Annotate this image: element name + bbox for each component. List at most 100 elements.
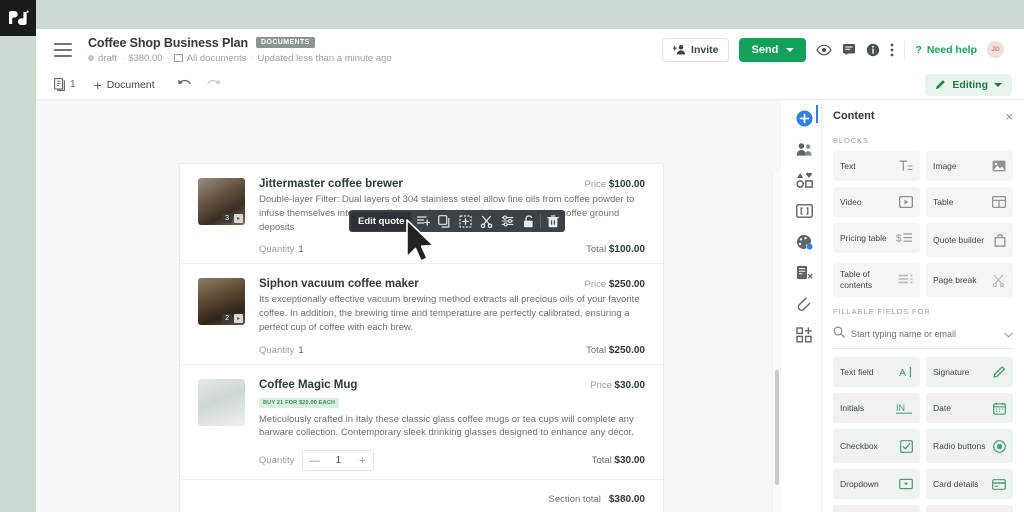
eye-icon[interactable] (816, 44, 833, 56)
attachments-icon[interactable] (795, 294, 815, 314)
undo-icon[interactable] (177, 76, 192, 94)
item-name[interactable]: Siphon vacuum coffee maker (259, 278, 419, 290)
field-card-details[interactable]: Card details (926, 469, 1013, 499)
product-thumbnail[interactable]: 3 ▸ (198, 178, 245, 225)
block-quote-builder[interactable]: Quote builder (926, 223, 1013, 257)
quantity-value[interactable]: 1 (298, 244, 303, 255)
list-item[interactable]: Coffee Magic Mug Price $30.00 BUY 21 FOR… (180, 365, 663, 481)
thumbnail-next-icon[interactable]: ▸ (233, 314, 243, 324)
block-page-break[interactable]: Page break (926, 263, 1013, 297)
vertical-scrollbar[interactable] (775, 370, 779, 485)
field-text-field[interactable]: Text field A (833, 357, 920, 387)
block-table[interactable]: Table (926, 187, 1013, 217)
block-label: Quote builder (933, 234, 985, 245)
chevron-down-icon[interactable] (786, 47, 795, 52)
field-radio-buttons[interactable]: Radio buttons (926, 429, 1013, 463)
pandadoc-logo[interactable] (0, 0, 36, 36)
document-canvas[interactable]: Edit quote 3 ▸ Jittermaster coffee brewe… (36, 100, 781, 512)
quantity-decrement-button[interactable]: — (303, 451, 325, 470)
thumbnail-badge: 2 ▸ (222, 314, 243, 324)
add-document-button[interactable]: + Document (94, 78, 155, 92)
price-value: $100.00 (608, 179, 645, 190)
duplicate-icon[interactable] (434, 210, 455, 232)
product-thumbnail[interactable]: 2 ▸ (198, 278, 245, 326)
forms-icon[interactable] (795, 263, 815, 283)
item-body: Siphon vacuum coffee maker Price $250.00… (245, 278, 645, 363)
quantity-input[interactable]: 1 (325, 451, 351, 470)
plus-icon: + (93, 76, 102, 93)
add-column-icon[interactable] (455, 210, 476, 232)
list-item[interactable]: 2 ▸ Siphon vacuum coffee maker Price $25… (180, 264, 663, 365)
item-description[interactable]: Its exceptionally effective vacuum brewi… (259, 293, 645, 334)
top-header: Coffee Shop Business Plan DOCUMENTS draf… (36, 29, 1024, 70)
item-name[interactable]: Coffee Magic Mug (259, 379, 357, 391)
cut-icon[interactable] (476, 210, 497, 232)
invite-button[interactable]: Invite (662, 37, 730, 62)
field-checkbox[interactable]: Checkbox (833, 429, 920, 463)
quantity-stepper[interactable]: — 1 + (302, 450, 375, 472)
apps-icon[interactable] (795, 325, 815, 345)
close-icon[interactable]: × (1005, 110, 1013, 123)
thumbnail-next-icon[interactable]: ▸ (233, 214, 243, 223)
info-icon[interactable] (866, 43, 880, 57)
variables-icon[interactable] (795, 201, 815, 221)
section-total-label: Section total (548, 494, 601, 506)
page-title[interactable]: Coffee Shop Business Plan (88, 36, 248, 50)
field-signature[interactable]: Signature (926, 357, 1013, 387)
price-value: $30.00 (614, 379, 645, 391)
block-pricing-table[interactable]: Pricing table $ (833, 223, 920, 253)
field-dropdown[interactable]: Dropdown (833, 469, 920, 499)
pages-count-button[interactable]: 1 (54, 78, 76, 91)
document-amount: $380.00 (128, 52, 163, 64)
item-total: Total $30.00 (592, 455, 645, 466)
blocks-section-label: BLOCKS (833, 136, 869, 145)
panel-title: Content (833, 110, 875, 122)
need-help-button[interactable]: ? Need help (915, 44, 977, 56)
more-vertical-icon[interactable] (890, 43, 894, 57)
block-image[interactable]: Image (926, 151, 1013, 181)
editing-mode-button[interactable]: Editing (925, 73, 1012, 96)
totals-section: Section total $380.00 Total $380.00 (180, 480, 663, 512)
lock-icon[interactable] (518, 210, 539, 232)
item-name[interactable]: Jittermaster coffee brewer (259, 178, 403, 190)
thumbnail-count: 2 (222, 314, 232, 324)
pages-count-label: 1 (70, 79, 76, 90)
send-button[interactable]: Send (739, 37, 807, 62)
blocks-icon[interactable] (795, 170, 815, 190)
hamburger-icon[interactable] (54, 42, 72, 57)
comment-icon[interactable] (842, 43, 856, 56)
field-date[interactable]: Date (926, 393, 1013, 423)
avatar[interactable]: JD (987, 41, 1004, 58)
quote-builder-icon (994, 233, 1006, 247)
add-content-icon[interactable] (795, 108, 815, 128)
product-thumbnail[interactable] (198, 378, 245, 426)
block-label: Table (933, 196, 954, 207)
theme-palette-icon[interactable] (795, 232, 815, 252)
recipient-search[interactable] (833, 322, 1013, 349)
add-row-icon[interactable] (413, 210, 434, 232)
field-stamp[interactable]: Stamp (926, 505, 1013, 512)
meta-sep-3: · (250, 52, 254, 64)
block-table-of-contents[interactable]: Table of contents (833, 263, 920, 297)
chevron-down-icon[interactable] (1004, 325, 1013, 343)
settings-sliders-icon[interactable] (497, 210, 518, 232)
delete-icon[interactable] (542, 210, 563, 232)
field-collect-files[interactable]: Collect files (833, 505, 920, 512)
redo-icon[interactable] (206, 76, 221, 94)
chevron-down-icon[interactable] (994, 82, 1002, 87)
quantity-increment-button[interactable]: + (351, 451, 373, 470)
svg-text:IN: IN (896, 403, 905, 413)
total-value: $30.00 (614, 455, 645, 467)
search-input[interactable] (851, 329, 998, 339)
fillable-fields-grid: Text field A Signature Initials IN Date … (833, 357, 1013, 512)
item-description[interactable]: Meticulously crafted in Italy these clas… (259, 413, 645, 441)
app-shell: Coffee Shop Business Plan DOCUMENTS draf… (36, 29, 1024, 512)
folder-name[interactable]: All documents (187, 53, 247, 64)
field-initials[interactable]: Initials IN (833, 393, 920, 423)
block-text[interactable]: Text (833, 151, 920, 181)
recipients-icon[interactable] (795, 139, 815, 159)
quantity-value[interactable]: 1 (298, 345, 303, 356)
edit-quote-button[interactable]: Edit quote (351, 211, 412, 231)
block-video[interactable]: Video (833, 187, 920, 217)
search-icon (833, 325, 845, 343)
